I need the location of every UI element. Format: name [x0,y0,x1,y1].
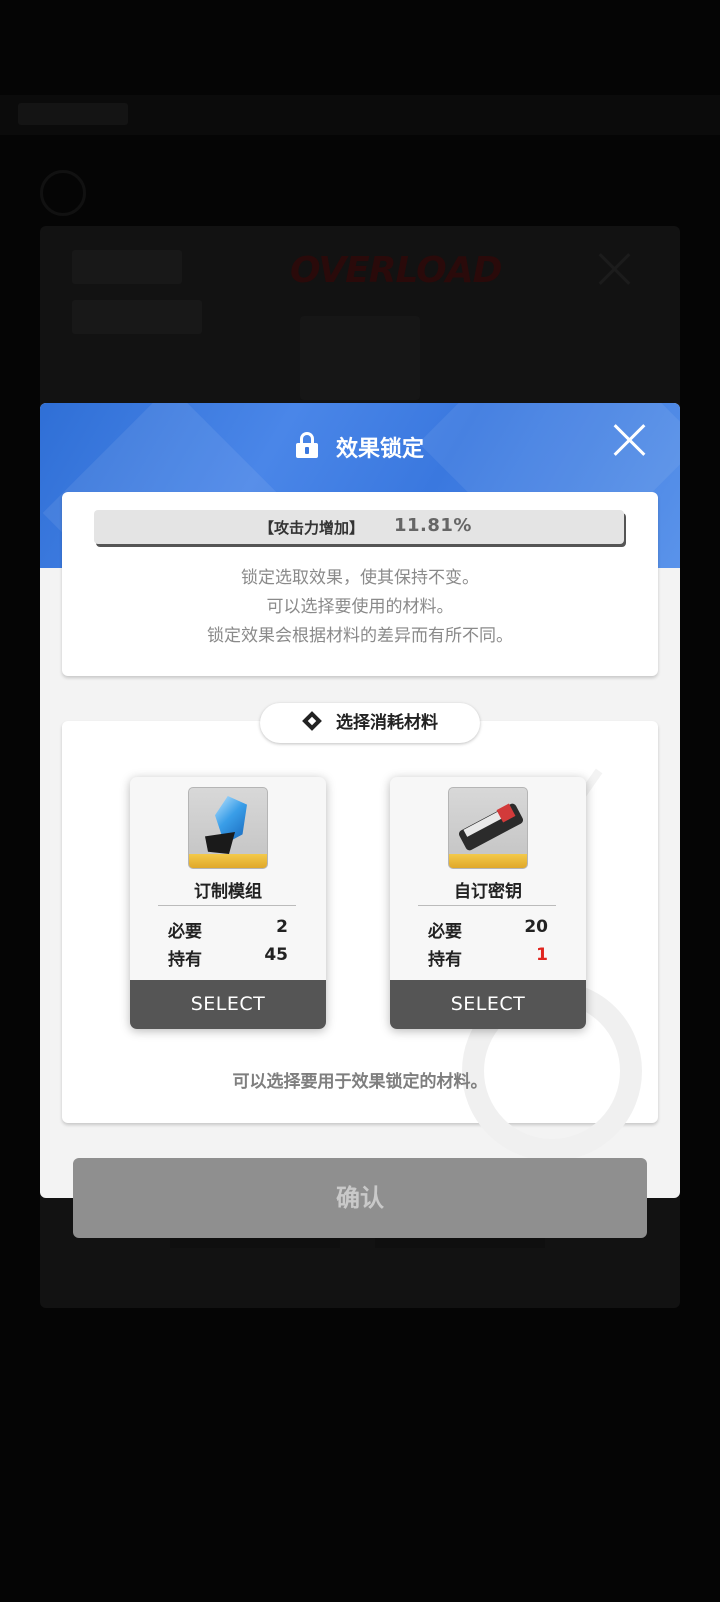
required-label: 必要 [168,922,202,942]
dialog-title-text: 效果锁定 [335,437,424,462]
dialog-title: 效果锁定 [40,431,680,463]
material-card: 选择消耗材料 订制模组 必要 2 持有 45 SELECT 自订密钥 必要 20… [62,703,658,1161]
section-title-pill: 选择消耗材料 [260,703,480,743]
effect-description: 锁定选取效果，使其保持不变。 可以选择要使用的材料。 锁定效果会根据材料的差异而… [62,564,658,651]
select-button[interactable]: SELECT [390,980,586,1029]
effect-bar: 【攻击力增加】 11.81% [94,510,624,544]
required-row: 必要 20 [428,917,548,942]
close-icon[interactable] [613,423,647,457]
effect-name: 【攻击力增加】 [258,519,364,537]
owned-label: 持有 [428,950,462,970]
effect-card: 【攻击力增加】 11.81% 锁定选取效果，使其保持不变。 可以选择要使用的材料… [62,492,658,676]
background-chip [72,250,182,284]
divider [418,905,556,906]
required-count: 20 [524,917,548,937]
select-button[interactable]: SELECT [130,980,326,1029]
diamond-icon [302,711,322,731]
effect-description-line: 可以选择要使用的材料。 [266,597,454,617]
required-row: 必要 2 [168,917,288,942]
owned-row: 持有 1 [428,945,548,970]
required-label: 必要 [428,922,462,942]
background-overload-logo: OVERLOAD [290,250,502,291]
background-chip [72,300,202,334]
divider [158,905,296,906]
background-character-art [300,316,420,400]
effect-description-line: 锁定选取效果，使其保持不变。 [241,568,479,588]
background-close-icon [596,250,632,286]
crystal-module-icon [188,787,268,869]
required-count: 2 [276,917,288,937]
owned-label: 持有 [168,950,202,970]
effect-description-line: 锁定效果会根据材料的差异而有所不同。 [207,626,513,646]
section-title: 选择消耗材料 [336,713,438,733]
background-back-icon [40,170,86,216]
custom-key-icon [448,787,528,869]
material-item-custom-module[interactable]: 订制模组 必要 2 持有 45 SELECT [130,777,326,1029]
effect-value: 11.81% [394,515,472,536]
owned-count: 1 [536,945,548,965]
material-name: 订制模组 [194,882,262,902]
owned-count: 45 [264,945,288,965]
owned-row: 持有 45 [168,945,288,970]
confirm-button[interactable]: 确认 [73,1158,647,1238]
material-name: 自订密钥 [454,882,522,902]
material-hint: 可以选择要用于效果锁定的材料。 [232,1072,488,1092]
material-item-custom-key[interactable]: 自订密钥 必要 20 持有 1 SELECT [390,777,586,1029]
background-topbar [0,95,720,135]
effect-lock-dialog: 效果锁定 【攻击力增加】 11.81% 锁定选取效果，使其保持不变。 可以选择要… [40,403,680,1198]
lock-icon [295,432,318,458]
